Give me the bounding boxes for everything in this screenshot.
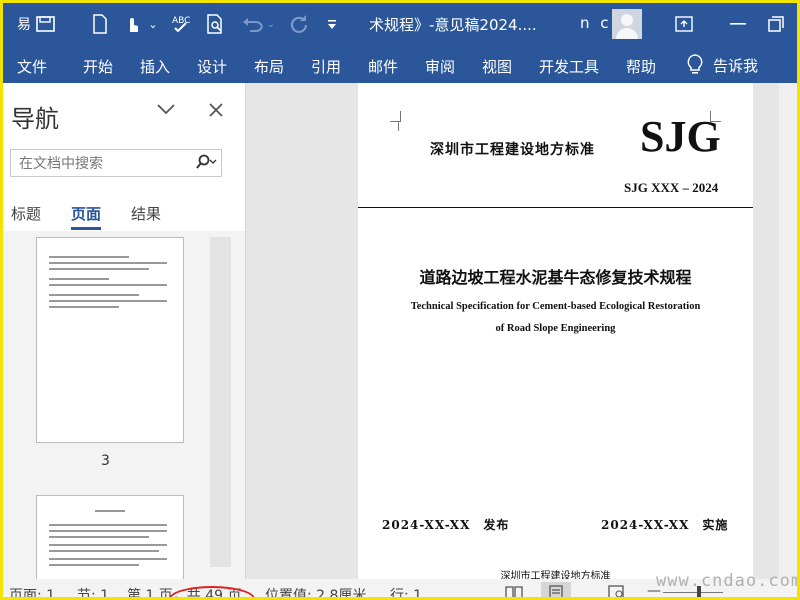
tab-review[interactable]: 审阅	[425, 56, 455, 77]
tab-mailings[interactable]: 邮件	[368, 56, 398, 77]
zoom-slider[interactable]	[663, 592, 723, 593]
tab-insert[interactable]: 插入	[140, 56, 170, 77]
page-thumbnail[interactable]	[36, 495, 184, 579]
page-thumbnail[interactable]	[36, 237, 184, 443]
search-icon[interactable]	[195, 153, 217, 175]
app-logo: 易	[17, 12, 75, 36]
nav-tab-headings[interactable]: 标题	[11, 203, 41, 224]
header-rule	[358, 207, 753, 208]
minimize-icon[interactable]	[725, 11, 751, 37]
tab-view[interactable]: 视图	[482, 56, 512, 77]
redo-icon[interactable]	[287, 11, 311, 37]
watermark: www.cndao.com	[656, 571, 800, 591]
restore-icon[interactable]	[763, 11, 789, 37]
tab-layout[interactable]: 布局	[254, 56, 284, 77]
lightbulb-icon	[687, 54, 703, 74]
svg-text:ABC: ABC	[172, 16, 190, 26]
search-box	[10, 149, 222, 177]
tell-me-label: 告诉我	[713, 56, 759, 75]
search-input[interactable]	[17, 151, 191, 177]
close-icon[interactable]	[208, 99, 224, 123]
print-layout-icon[interactable]	[541, 582, 571, 597]
chevron-down-icon[interactable]	[156, 97, 176, 121]
thumbnail-scrollbar[interactable]	[210, 237, 231, 567]
standard-logo: SJG	[640, 112, 721, 161]
status-position[interactable]: 位置值: 2.8厘米	[265, 585, 366, 597]
new-document-icon[interactable]	[89, 11, 111, 37]
undo-icon[interactable]	[238, 11, 266, 37]
tab-help[interactable]: 帮助	[626, 56, 656, 77]
touch-mode-icon[interactable]	[119, 11, 147, 37]
english-title-line1: Technical Specification for Cement-based…	[410, 301, 701, 312]
implement-date: 2024-XX-XX 实施	[601, 518, 729, 532]
web-layout-icon[interactable]	[601, 582, 631, 597]
standard-code: SJG XXX – 2024	[624, 180, 719, 195]
app-window: 易 ⌄ ABC ⌄ 术规程》-意见稿2024.... n c 文件 开始 插入 …	[0, 0, 800, 600]
status-line[interactable]: 行: 1	[390, 585, 422, 597]
undo-dropdown-icon[interactable]: ⌄	[266, 11, 276, 37]
spelling-icon[interactable]: ABC	[168, 11, 194, 37]
document-area: 深圳市工程建设地方标准 SJG SJG XXX – 2024 道路边坡工程水泥基…	[246, 83, 797, 579]
user-name[interactable]: n c	[580, 14, 612, 32]
tab-home[interactable]: 开始	[83, 56, 113, 77]
crop-mark	[398, 121, 409, 131]
tab-file[interactable]: 文件	[17, 56, 47, 77]
thumbnail-page-number: 3	[101, 453, 110, 469]
publish-date: 2024-XX-XX 发布	[382, 518, 510, 532]
document-main-title: 道路边坡工程水泥基牛态修复技术规程	[419, 268, 692, 287]
nav-tab-pages[interactable]: 页面	[71, 203, 102, 230]
english-title-line2: of Road Slope Engineering	[495, 323, 616, 334]
document-title: 术规程》-意见稿2024....	[369, 16, 537, 34]
document-page[interactable]: 深圳市工程建设地方标准 SJG SJG XXX – 2024 道路边坡工程水泥基…	[358, 83, 753, 579]
avatar[interactable]	[612, 9, 642, 39]
app-logo-text: 易	[17, 17, 31, 33]
status-page[interactable]: 页面: 1	[9, 585, 55, 597]
tell-me-box[interactable]: 告诉我	[687, 54, 758, 76]
ribbon-display-options-icon[interactable]	[671, 11, 697, 37]
tab-references[interactable]: 引用	[311, 56, 341, 77]
document-scrollbar[interactable]	[779, 83, 797, 579]
tab-developer[interactable]: 开发工具	[539, 56, 599, 77]
ribbon-tabs: 文件 开始 插入 设计 布局 引用 邮件 审阅 视图 开发工具 帮助 告诉我	[3, 47, 797, 83]
chevron-down-icon[interactable]: ⌄	[147, 11, 159, 37]
nav-pane-title: 导航	[11, 105, 59, 133]
read-mode-icon[interactable]	[499, 582, 529, 597]
title-bar: 易 ⌄ ABC ⌄ 术规程》-意见稿2024.... n c	[3, 3, 797, 47]
standard-organization: 深圳市工程建设地方标准	[430, 142, 595, 158]
nav-tab-results[interactable]: 结果	[131, 203, 161, 224]
status-section[interactable]: 节: 1	[77, 585, 109, 597]
save-icon[interactable]	[35, 15, 57, 33]
customize-qat-icon[interactable]	[325, 11, 339, 37]
tab-design[interactable]: 设计	[197, 56, 227, 77]
page-thumbnails: 3	[3, 231, 245, 579]
print-preview-icon[interactable]	[202, 11, 228, 37]
navigation-pane: 导航 标题 页面 结果 3	[3, 83, 246, 579]
